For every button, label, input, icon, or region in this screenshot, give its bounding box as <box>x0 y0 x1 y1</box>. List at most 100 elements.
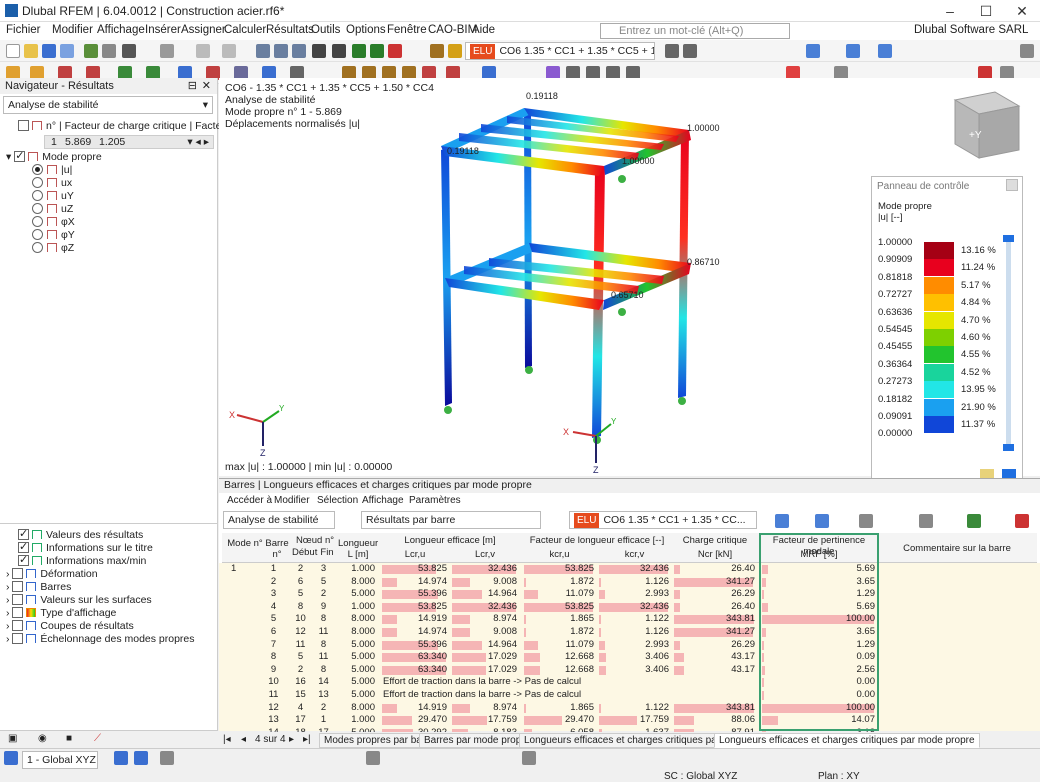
option-type-affichage[interactable]: › Type d'affichage <box>6 607 116 619</box>
option-valeurs[interactable]: Valeurs des résultats <box>18 527 143 541</box>
menu-affichage[interactable]: Affichage <box>97 24 145 36</box>
table-select-icon[interactable] <box>815 514 829 528</box>
results-icon[interactable] <box>352 44 366 58</box>
panel-toggle-icon[interactable] <box>292 44 306 58</box>
model-icon[interactable] <box>84 44 98 58</box>
save-icon[interactable] <box>42 44 56 58</box>
dimension-toggle-icon[interactable] <box>522 751 536 765</box>
menu-outils[interactable]: Outils <box>311 24 340 36</box>
maximize-button[interactable]: ☐ <box>968 0 1004 22</box>
table-row[interactable]: 9 2 8 5.000 63.340 17.029 12.668 3.406 43.17 2.56 <box>222 664 1037 677</box>
loadcase-selector[interactable]: ELU CO6 1.35 * CC1 + 1.35 * CC5 + 1... <box>465 42 655 60</box>
check-icon[interactable] <box>388 44 402 58</box>
legend-slider[interactable] <box>1003 235 1014 451</box>
tools-icon[interactable] <box>102 44 116 58</box>
first-page-icon[interactable]: |◂ <box>223 734 231 745</box>
next-page-icon[interactable]: ▸ <box>289 734 294 745</box>
table-row[interactable]: 4 8 9 1.000 53.825 32.436 53.825 32.436 26.40 5.6… <box>222 601 1037 614</box>
clipboard-icon[interactable] <box>160 44 174 58</box>
option-checkbox[interactable] <box>12 620 24 631</box>
loads-icon[interactable] <box>430 44 444 58</box>
mode-option-phiz[interactable]: φZ <box>32 242 74 254</box>
ortho-icon[interactable] <box>160 751 174 765</box>
menu-calculer[interactable]: Calculer <box>224 24 266 36</box>
option-checkbox[interactable] <box>12 607 24 618</box>
table-settings-icon[interactable] <box>1015 514 1029 528</box>
new-file-icon[interactable] <box>6 44 20 58</box>
option-checkbox[interactable] <box>12 581 24 592</box>
view-icon[interactable] <box>4 751 18 765</box>
view-mode-icon[interactable] <box>806 44 820 58</box>
expand-icon[interactable]: › <box>6 607 10 619</box>
menu-options[interactable]: Options <box>346 24 386 36</box>
calculate-icon[interactable] <box>370 44 384 58</box>
mode-option-phiy[interactable]: φY <box>32 229 75 241</box>
results-tab-icon[interactable]: ⟋ <box>94 733 101 744</box>
option-checkbox[interactable] <box>12 633 24 644</box>
mode-option-uy[interactable]: uY <box>32 190 74 202</box>
table-row[interactable]: 6 12 11 8.000 14.974 9.008 1.872 1.126 341.27 3.6… <box>222 626 1037 639</box>
expand-icon[interactable]: › <box>6 581 10 593</box>
option-checkbox[interactable] <box>18 540 29 553</box>
radio-uz[interactable] <box>32 203 43 214</box>
table-row[interactable]: 12 4 2 8.000 14.919 8.974 1.865 1.122 343.81 100.… <box>222 702 1037 715</box>
option-barres[interactable]: › Barres <box>6 581 71 593</box>
coordinate-system-select[interactable]: 1 - Global XYZ <box>22 751 98 769</box>
search-input[interactable]: Entrez un mot-clé (Alt+Q) <box>600 23 790 39</box>
display-icon[interactable] <box>846 44 860 58</box>
collapse-icon[interactable]: ▾ <box>6 151 11 163</box>
table-columns-icon[interactable] <box>919 514 933 528</box>
table-row[interactable]: 13 17 1 1.000 29.470 17.759 29.470 17.759 88.06 1… <box>222 714 1037 727</box>
option-surfaces[interactable]: › Valeurs sur les surfaces <box>6 594 152 606</box>
table-export-icon[interactable] <box>859 514 873 528</box>
results-loadcase-select[interactable]: ELU CO6 1.35 * CC1 + 1.35 * CC... <box>569 511 757 529</box>
views-tab-icon[interactable]: ■ <box>66 733 72 744</box>
menu-fichier[interactable]: Fichier <box>6 24 41 36</box>
factor-checkbox[interactable] <box>18 120 29 131</box>
slider-handle-bottom[interactable] <box>1003 444 1014 451</box>
menu-modifier[interactable]: Modifier <box>52 24 93 36</box>
table-row[interactable]: 7 11 8 5.000 55.396 14.964 11.079 2.993 26.29 1.2… <box>222 639 1037 652</box>
open-folder-icon[interactable] <box>24 44 38 58</box>
menu-fenetre[interactable]: Fenêtre <box>387 24 427 36</box>
view-cube-icon[interactable]: +Y <box>953 91 1021 159</box>
option-checkbox[interactable] <box>12 568 24 579</box>
results-menu-modifier[interactable]: Modifier <box>274 495 310 506</box>
prev-page-icon[interactable]: ◂ <box>241 734 246 745</box>
render-icon[interactable] <box>312 44 326 58</box>
display-tab-icon[interactable]: ◉ <box>38 733 47 744</box>
menu-cao-bim[interactable]: CAO-BIM <box>428 24 477 36</box>
load-color-icon[interactable] <box>448 44 462 58</box>
option-checkbox[interactable] <box>12 594 24 605</box>
tables-toggle-icon[interactable] <box>274 44 288 58</box>
radio-uy[interactable] <box>32 190 43 201</box>
radio-phiz[interactable] <box>32 242 43 253</box>
mode-propre-checkbox[interactable] <box>14 149 26 162</box>
control-panel-close-icon[interactable] <box>1006 179 1018 191</box>
next-loadcase-icon[interactable] <box>683 44 697 58</box>
navigator-analysis-select[interactable]: Analyse de stabilité ▾ <box>3 96 213 114</box>
menu-assigner[interactable]: Assigner <box>181 24 226 36</box>
option-deformation[interactable]: › Déformation <box>6 568 98 580</box>
mode-option-phix[interactable]: φX <box>32 216 75 228</box>
undo-icon[interactable] <box>196 44 210 58</box>
table-filter-icon[interactable] <box>775 514 789 528</box>
factor-selector[interactable]: 1 5.869 1.205 ▾ ◂ ▸ <box>44 135 214 149</box>
option-echelonnage[interactable]: › Échelonnage des modes propres <box>6 633 195 645</box>
snap-grid-icon[interactable] <box>114 751 128 765</box>
tab-barres-par-mode[interactable]: Barres par mode propre <box>419 733 536 748</box>
option-maxmin[interactable]: Informations max/min <box>18 553 146 567</box>
screen-icon[interactable] <box>332 44 346 58</box>
option-coupes[interactable]: › Coupes de résultats <box>6 620 134 632</box>
last-page-icon[interactable]: ▸| <box>303 734 311 745</box>
table-row[interactable]: 5 10 8 8.000 14.919 8.974 1.865 1.122 343.81 100.… <box>222 613 1037 626</box>
table-row[interactable]: 3 5 2 5.000 55.396 14.964 11.079 2.993 26.29 1.29 <box>222 588 1037 601</box>
menu-inserer[interactable]: Insérer <box>145 24 181 36</box>
minimize-button[interactable]: – <box>932 0 968 22</box>
osnap-icon[interactable] <box>366 751 380 765</box>
option-checkbox[interactable] <box>18 553 29 566</box>
radio-phiy[interactable] <box>32 229 43 240</box>
table-excel-icon[interactable] <box>967 514 981 528</box>
expand-icon[interactable]: › <box>6 594 10 606</box>
table-row[interactable]: 8 5 11 5.000 63.340 17.029 12.668 3.406 43.17 0.0… <box>222 651 1037 664</box>
